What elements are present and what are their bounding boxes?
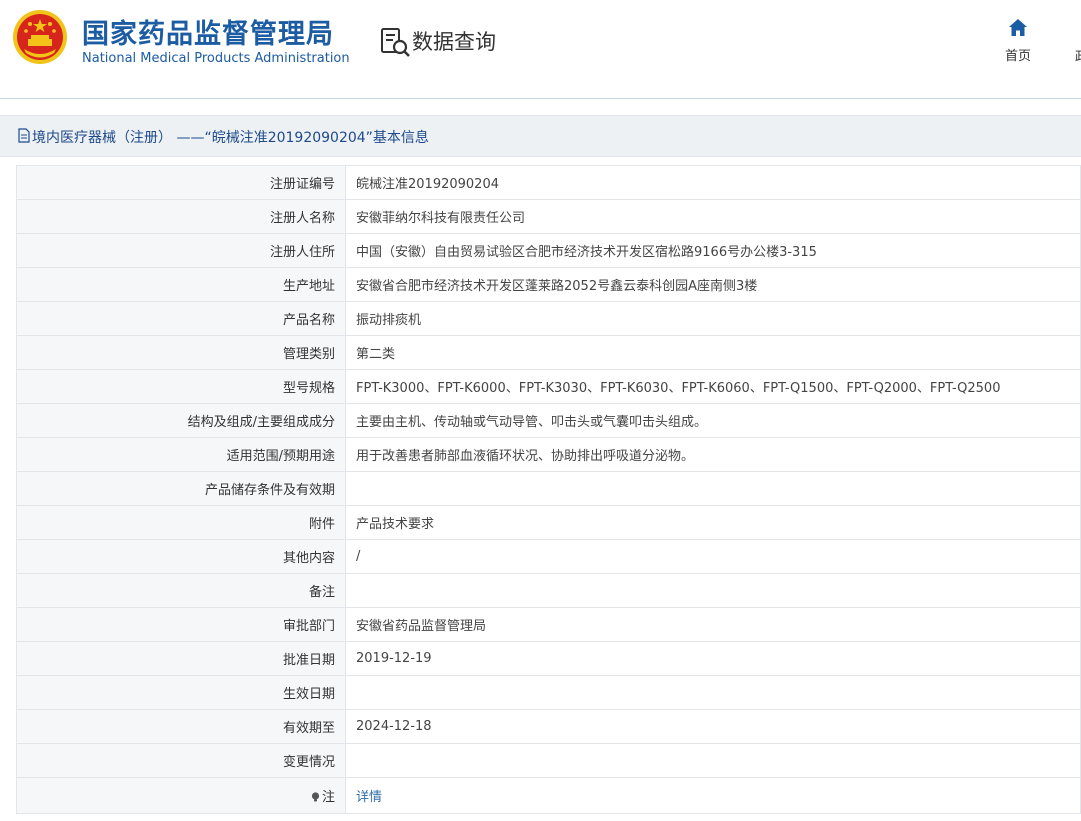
field-value: / <box>345 539 1081 574</box>
table-row-note: 注 详情 <box>16 777 1081 814</box>
table-row: 有效期至 2024-12-18 <box>16 709 1081 744</box>
field-label: 注册证编号 <box>16 165 346 200</box>
field-label: 结构及组成/主要组成成分 <box>16 403 346 438</box>
field-value <box>345 743 1081 778</box>
field-value: 2019-12-19 <box>345 641 1081 676</box>
field-value: 用于改善患者肺部血液循环状况、协助排出呼吸道分泌物。 <box>345 437 1081 472</box>
table-row: 注册证编号 皖械注准20192090204 <box>16 165 1081 200</box>
table-row: 生产地址 安徽省合肥市经济技术开发区蓬莱路2052号鑫云泰科创园A座南侧3楼 <box>16 267 1081 302</box>
org-name-en: National Medical Products Administration <box>82 51 350 66</box>
nav-next-item[interactable]: 政 <box>1075 46 1081 65</box>
table-row: 结构及组成/主要组成成分 主要由主机、传动轴或气动导管、叩击头或气囊叩击头组成。 <box>16 403 1081 438</box>
table-row: 生效日期 <box>16 675 1081 710</box>
nav-home[interactable]: 首页 <box>995 18 1041 64</box>
table-row: 其他内容 / <box>16 539 1081 574</box>
field-label: 产品储存条件及有效期 <box>16 471 346 506</box>
field-label-note: 注 <box>16 777 346 814</box>
header-divider <box>0 98 1081 99</box>
field-label: 生效日期 <box>16 675 346 710</box>
field-value: 安徽菲纳尔科技有限责任公司 <box>345 199 1081 234</box>
table-row: 变更情况 <box>16 743 1081 778</box>
field-label: 注册人住所 <box>16 233 346 268</box>
note-label: 注 <box>321 790 335 805</box>
field-label: 适用范围/预期用途 <box>16 437 346 472</box>
data-query-icon <box>381 28 410 57</box>
field-label: 其他内容 <box>16 539 346 574</box>
table-row: 管理类别 第二类 <box>16 335 1081 370</box>
table-row: 注册人名称 安徽菲纳尔科技有限责任公司 <box>16 199 1081 234</box>
table-row: 备注 <box>16 573 1081 608</box>
section-title: 数据查询 <box>412 30 496 54</box>
table-row: 型号规格 FPT-K3000、FPT-K6000、FPT-K3030、FPT-K6… <box>16 369 1081 404</box>
details-link[interactable]: 详情 <box>356 790 382 805</box>
field-value <box>345 675 1081 710</box>
lightbulb-icon <box>311 792 320 802</box>
field-value: 安徽省合肥市经济技术开发区蓬莱路2052号鑫云泰科创园A座南侧3楼 <box>345 267 1081 302</box>
field-value: 安徽省药品监督管理局 <box>345 607 1081 642</box>
field-value: 中国（安徽）自由贸易试验区合肥市经济技术开发区宿松路9166号办公楼3-315 <box>345 233 1081 268</box>
field-value: 产品技术要求 <box>345 505 1081 540</box>
org-name-cn: 国家药品监督管理局 <box>82 19 334 50</box>
field-value: 第二类 <box>345 335 1081 370</box>
registration-info-table: 注册证编号 皖械注准20192090204 注册人名称 安徽菲纳尔科技有限责任公司 … <box>16 165 1081 814</box>
document-icon <box>18 128 30 143</box>
record-title-bar: 境内医疗器械（注册） ——“皖械注准20192090204”基本信息 <box>0 115 1081 157</box>
field-label: 审批部门 <box>16 607 346 642</box>
field-label: 型号规格 <box>16 369 346 404</box>
field-label: 管理类别 <box>16 335 346 370</box>
field-value-note: 详情 <box>345 777 1081 814</box>
field-label: 注册人名称 <box>16 199 346 234</box>
table-row: 产品储存条件及有效期 <box>16 471 1081 506</box>
field-value: 皖械注准20192090204 <box>345 165 1081 200</box>
field-label: 变更情况 <box>16 743 346 778</box>
table-row: 产品名称 振动排痰机 <box>16 301 1081 336</box>
field-label: 生产地址 <box>16 267 346 302</box>
field-label: 产品名称 <box>16 301 346 336</box>
table-row: 附件 产品技术要求 <box>16 505 1081 540</box>
table-row: 审批部门 安徽省药品监督管理局 <box>16 607 1081 642</box>
record-title: 境内医疗器械（注册） ——“皖械注准20192090204”基本信息 <box>32 130 429 146</box>
field-value: 2024-12-18 <box>345 709 1081 744</box>
field-value: FPT-K3000、FPT-K6000、FPT-K3030、FPT-K6030、… <box>345 369 1081 404</box>
field-label: 批准日期 <box>16 641 346 676</box>
table-row: 适用范围/预期用途 用于改善患者肺部血液循环状况、协助排出呼吸道分泌物。 <box>16 437 1081 472</box>
site-header: 国家药品监督管理局 National Medical Products Admi… <box>0 0 1081 98</box>
table-row: 注册人住所 中国（安徽）自由贸易试验区合肥市经济技术开发区宿松路9166号办公楼3… <box>16 233 1081 268</box>
field-label: 有效期至 <box>16 709 346 744</box>
field-label: 附件 <box>16 505 346 540</box>
nav-home-label: 首页 <box>1004 49 1031 64</box>
field-value <box>345 471 1081 506</box>
field-value <box>345 573 1081 608</box>
table-row: 批准日期 2019-12-19 <box>16 641 1081 676</box>
home-icon <box>1009 19 1027 36</box>
field-label: 备注 <box>16 573 346 608</box>
field-value: 振动排痰机 <box>345 301 1081 336</box>
national-emblem-icon <box>13 10 67 64</box>
field-value: 主要由主机、传动轴或气动导管、叩击头或气囊叩击头组成。 <box>345 403 1081 438</box>
